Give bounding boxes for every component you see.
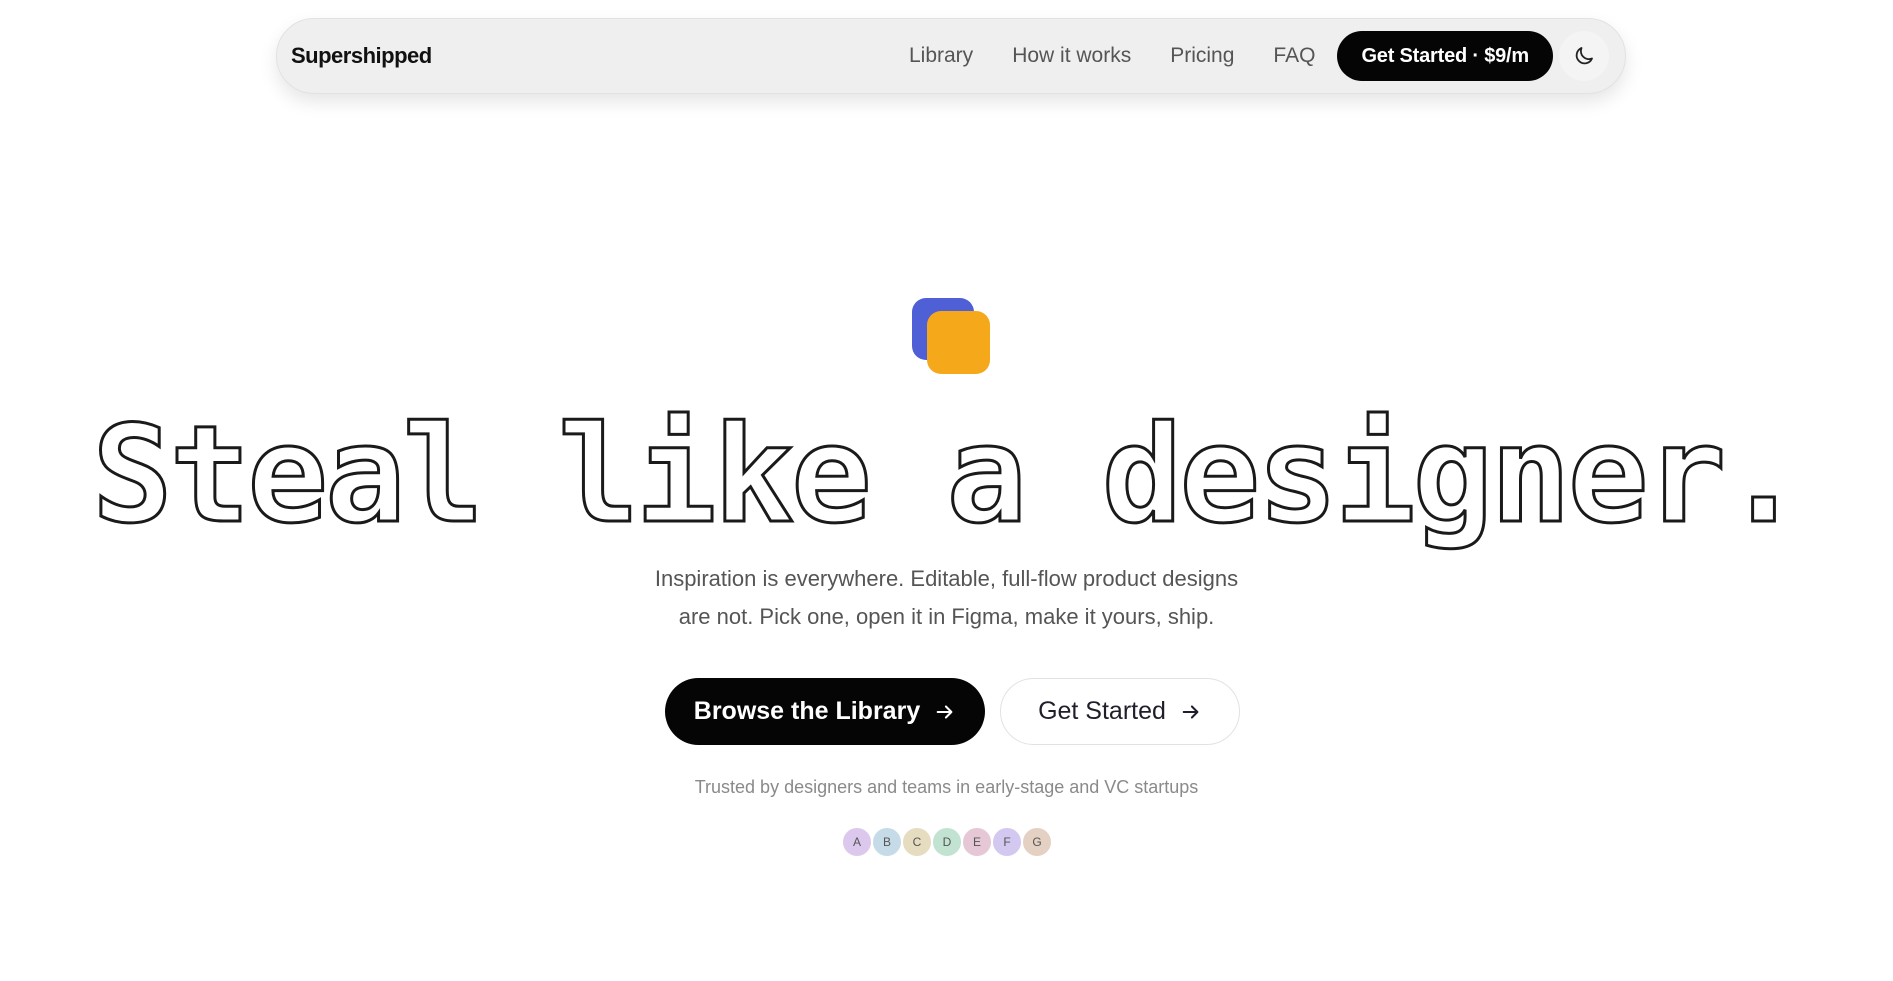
browse-library-label: Browse the Library xyxy=(693,697,921,725)
trust-statement: Trusted by designers and teams in early-… xyxy=(694,777,1199,797)
arrow-right-icon xyxy=(1180,701,1202,723)
nav-link-pricing[interactable]: Pricing xyxy=(1170,44,1234,68)
avatar-stack: ABCDEFG xyxy=(841,826,1053,858)
hero-logo-mark xyxy=(912,298,992,374)
avatar: F xyxy=(991,826,1023,858)
hero-subtext: Inspiration is everywhere. Editable, ful… xyxy=(600,560,1293,636)
top-navbar: Supershipped Library How it works Pricin… xyxy=(276,18,1626,94)
avatar: D xyxy=(931,826,963,858)
avatar: B xyxy=(871,826,903,858)
avatar: C xyxy=(901,826,933,858)
nav-link-faq[interactable]: FAQ xyxy=(1273,44,1315,68)
brand-logo-text[interactable]: Supershipped xyxy=(291,43,432,69)
hero-subtext-line-1: Inspiration is everywhere. Editable, ful… xyxy=(654,566,1239,591)
nav-link-how-it-works[interactable]: How it works xyxy=(1012,44,1131,68)
avatar: E xyxy=(961,826,993,858)
get-started-button[interactable]: Get Started xyxy=(1000,678,1240,745)
logo-square-orange xyxy=(927,311,990,374)
hero-headline: Steal like a designer. xyxy=(91,397,1806,553)
get-started-label: Get Started xyxy=(1038,697,1166,725)
arrow-right-icon xyxy=(934,701,956,723)
browse-library-button[interactable]: Browse the Library xyxy=(665,678,985,745)
hero-cta-row: Browse the Library Get Started xyxy=(0,678,1893,745)
moon-icon xyxy=(1572,44,1596,68)
avatar: A xyxy=(841,826,873,858)
hero-subtext-line-2: are not. Pick one, open it in Figma, mak… xyxy=(678,604,1215,629)
avatar: G xyxy=(1021,826,1053,858)
landing-page: Supershipped Library How it works Pricin… xyxy=(0,0,1893,981)
nav-link-library[interactable]: Library xyxy=(909,44,973,68)
nav-links: Library How it works Pricing FAQ xyxy=(909,44,1337,68)
theme-toggle-button[interactable] xyxy=(1559,31,1609,81)
nav-get-started-button[interactable]: Get Started · $9/m xyxy=(1337,31,1553,81)
